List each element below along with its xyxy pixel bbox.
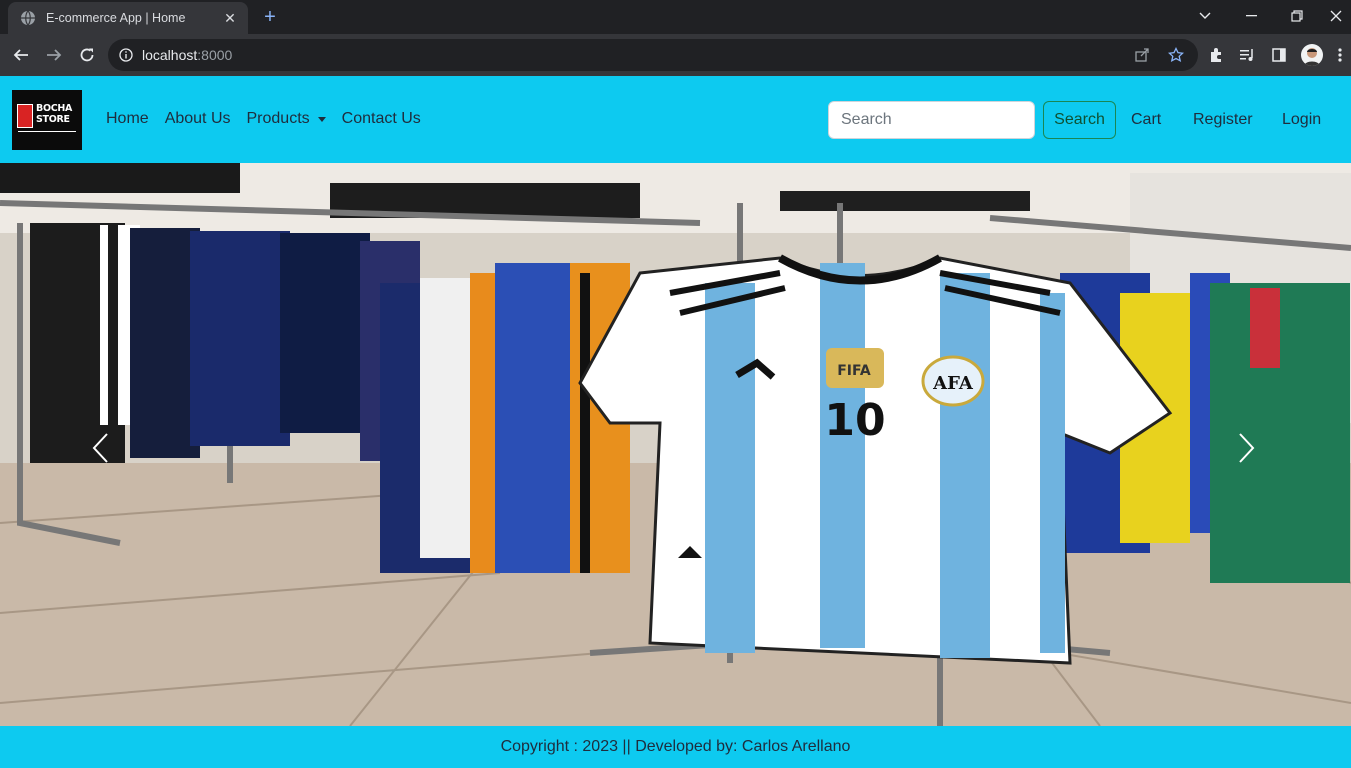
browser-tabstrip: E-commerce App | Home ✕ + xyxy=(0,0,1351,34)
search-input[interactable] xyxy=(828,101,1035,139)
jersey-badge: AFA xyxy=(932,373,974,394)
brand-line2: STORE xyxy=(36,114,70,125)
tab-title: E-commerce App | Home xyxy=(46,11,186,25)
footer-text: Copyright : 2023 || Developed by: Carlos… xyxy=(500,738,851,755)
url-host: localhost xyxy=(142,47,198,63)
svg-text:FIFA: FIFA xyxy=(837,363,871,379)
url-port: :8000 xyxy=(197,47,233,63)
carousel-next-icon[interactable] xyxy=(1227,423,1267,473)
nav-about[interactable]: About Us xyxy=(165,110,231,128)
hero-carousel: FIFA 10 AFA xyxy=(0,163,1351,726)
carousel-image: FIFA 10 AFA xyxy=(0,163,1351,726)
back-icon[interactable] xyxy=(9,43,33,67)
logo-tagline xyxy=(18,131,76,135)
logo-mark xyxy=(17,104,33,128)
address-bar[interactable]: localhost:8000 xyxy=(108,39,1198,71)
close-icon[interactable]: ✕ xyxy=(222,10,238,27)
nav-contact[interactable]: Contact Us xyxy=(342,110,421,128)
nav-home[interactable]: Home xyxy=(106,110,149,128)
menu-icon[interactable] xyxy=(1332,43,1348,67)
browser-tab[interactable]: E-commerce App | Home ✕ xyxy=(8,2,248,34)
share-icon[interactable] xyxy=(1130,43,1154,67)
star-icon[interactable] xyxy=(1164,43,1188,67)
login-link[interactable]: Login xyxy=(1282,111,1321,129)
navbar: BOCHA STORE Home About Us Products Conta… xyxy=(0,76,1351,163)
brand-logo[interactable]: BOCHA STORE xyxy=(12,90,82,150)
avatar[interactable] xyxy=(1300,43,1324,67)
info-icon[interactable] xyxy=(118,47,134,63)
register-link[interactable]: Register xyxy=(1193,111,1253,129)
browser-toolbar: localhost:8000 xyxy=(0,34,1351,76)
minimize-icon[interactable] xyxy=(1228,4,1274,28)
plus-icon[interactable]: + xyxy=(260,7,280,27)
globe-icon xyxy=(20,10,36,26)
search-button[interactable]: Search xyxy=(1043,101,1116,139)
reload-icon[interactable] xyxy=(75,43,99,67)
brand-line1: BOCHA xyxy=(36,103,73,114)
sidepanel-icon[interactable] xyxy=(1267,43,1291,67)
restore-icon[interactable] xyxy=(1274,4,1320,28)
forward-icon[interactable] xyxy=(42,43,66,67)
nav-products-dropdown[interactable]: Products xyxy=(247,110,326,128)
carousel-prev-icon[interactable] xyxy=(80,423,120,473)
footer: Copyright : 2023 || Developed by: Carlos… xyxy=(0,726,1351,768)
chevron-down-icon[interactable] xyxy=(1182,4,1228,28)
nav-links: Home About Us Products Contact Us xyxy=(106,110,437,128)
window-close-icon[interactable] xyxy=(1320,4,1351,28)
nav-products-label: Products xyxy=(246,110,310,127)
caret-down-icon xyxy=(317,116,326,122)
page: BOCHA STORE Home About Us Products Conta… xyxy=(0,76,1351,768)
jersey-number: 10 xyxy=(824,395,885,446)
cart-link[interactable]: Cart xyxy=(1131,111,1161,129)
extensions-icon[interactable] xyxy=(1204,43,1228,67)
media-icon[interactable] xyxy=(1235,43,1259,67)
